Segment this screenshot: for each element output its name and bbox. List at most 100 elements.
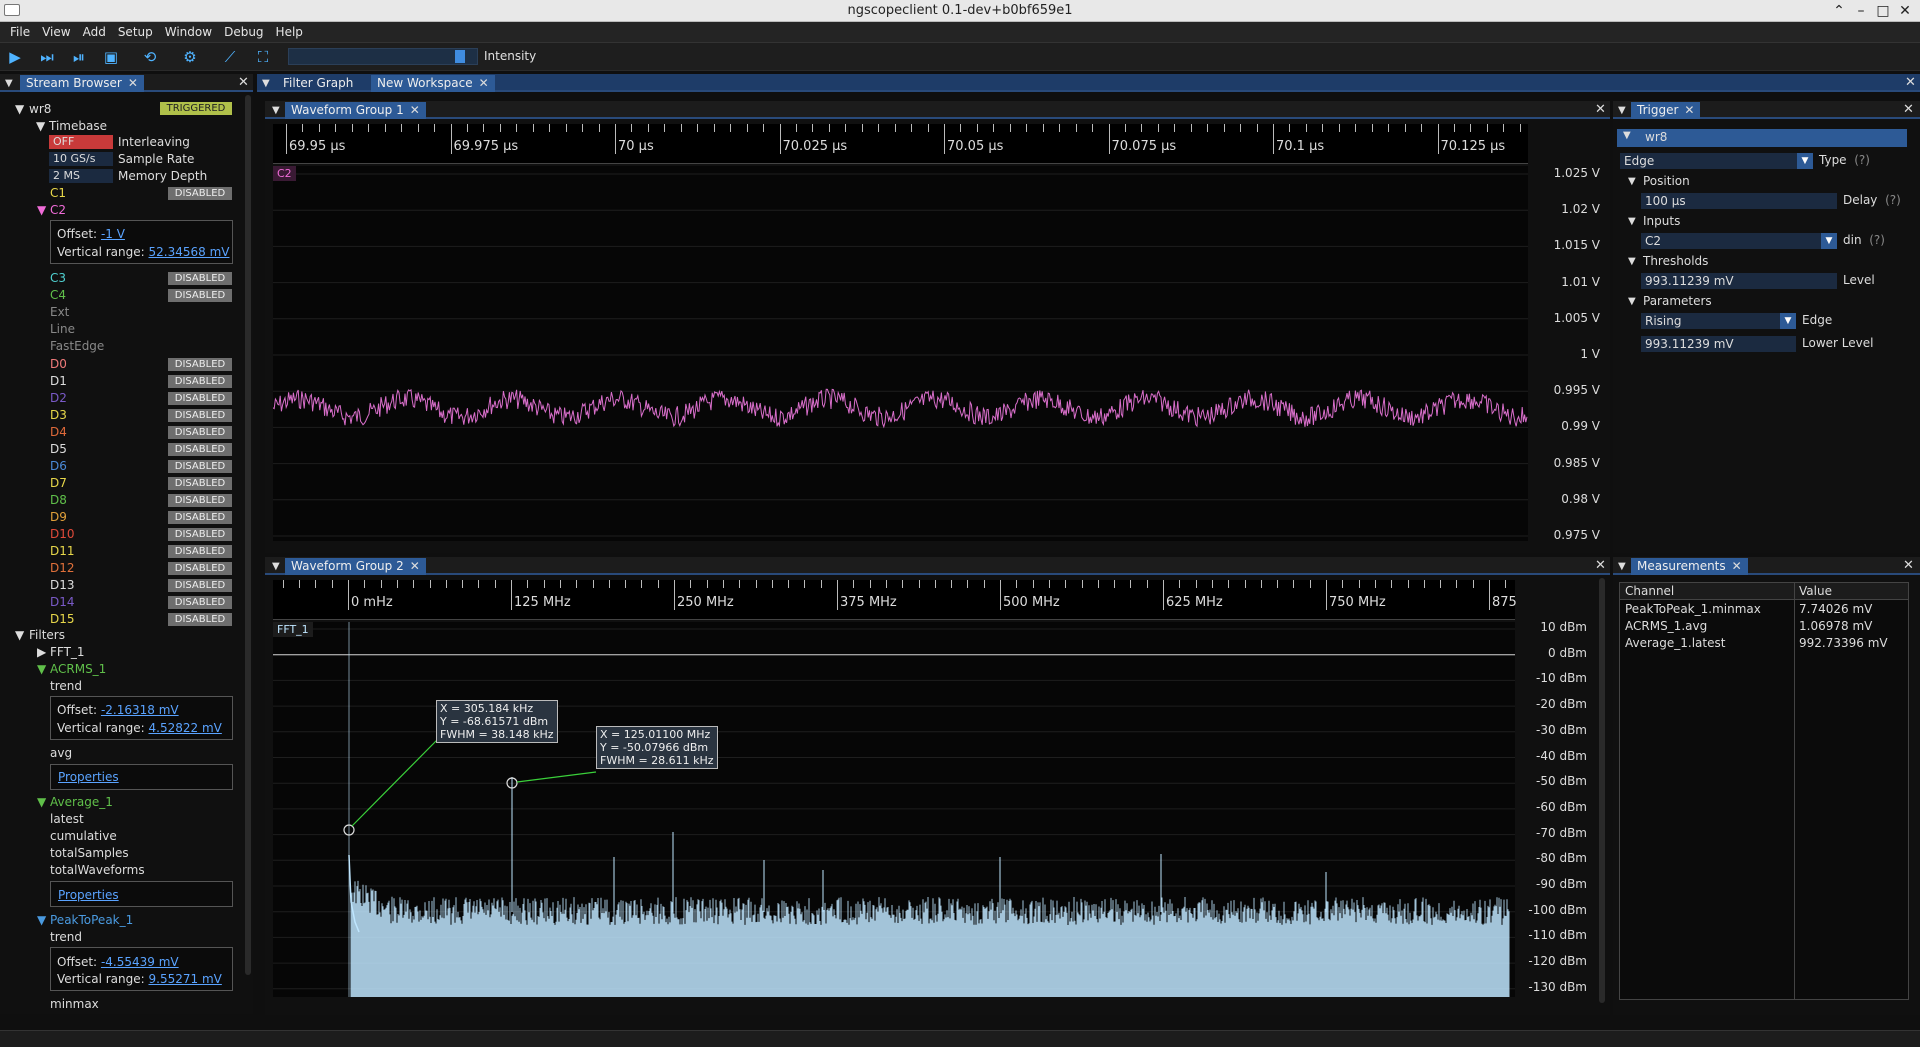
intensity-slider-knob[interactable] bbox=[454, 50, 465, 63]
channel-c4[interactable]: C4 bbox=[50, 287, 66, 303]
channel-d2[interactable]: D2 bbox=[50, 390, 67, 406]
collapse-icon[interactable]: ▼ bbox=[272, 558, 284, 575]
trigger-level-field[interactable]: 993.11239 mV bbox=[1641, 273, 1837, 289]
channel-d9[interactable]: D9 bbox=[50, 509, 67, 525]
memory-depth-field[interactable]: 2 MS bbox=[49, 169, 113, 183]
tree-arrow-icon[interactable]: ▼ bbox=[15, 627, 24, 643]
window-shade-button[interactable]: ⌃ bbox=[1829, 0, 1849, 22]
window-maximize-button[interactable]: □ bbox=[1873, 0, 1893, 22]
tree-arrow-icon[interactable]: ▼ bbox=[1628, 213, 1636, 230]
close-icon[interactable]: ✕ bbox=[410, 559, 420, 573]
channel-c2[interactable]: C2 bbox=[50, 202, 66, 218]
close-icon[interactable]: ✕ bbox=[128, 76, 138, 90]
stream-trend[interactable]: trend bbox=[50, 929, 82, 945]
stream-latest[interactable]: latest bbox=[50, 811, 84, 827]
channel-label-fft[interactable]: FFT_1 bbox=[273, 622, 313, 637]
fit-icon[interactable]: ⛶ bbox=[253, 47, 273, 67]
frequency-axis-ruler[interactable]: 0 mHz 125 MHz 250 MHz 375 MHz 500 MHz 625 MHz… bbox=[273, 580, 1517, 620]
filters-node[interactable]: Filters bbox=[29, 627, 65, 643]
settings-icon[interactable]: ⚙ bbox=[180, 47, 200, 67]
close-icon[interactable]: ✕ bbox=[1684, 103, 1694, 117]
waveform-plot-1[interactable] bbox=[273, 166, 1528, 541]
tree-arrow-icon[interactable]: ▼ bbox=[1623, 130, 1631, 141]
collapse-icon[interactable]: ▼ bbox=[1618, 558, 1630, 575]
tree-arrow-icon[interactable]: ▼ bbox=[15, 101, 24, 117]
channel-ext[interactable]: Ext bbox=[50, 304, 69, 320]
trigger-lower-level-field[interactable]: 993.11239 mV bbox=[1641, 336, 1796, 352]
trigger-type-dropdown[interactable]: Edge ▼ bbox=[1620, 153, 1813, 169]
vertical-range-value[interactable]: 52.34568 mV bbox=[149, 245, 230, 259]
inputs-node[interactable]: Inputs bbox=[1643, 213, 1680, 230]
tab-filter-graph[interactable]: Filter Graph bbox=[277, 75, 359, 92]
menu-debug[interactable]: Debug bbox=[218, 22, 269, 43]
offset-value[interactable]: -2.16318 mV bbox=[101, 703, 179, 717]
menu-window[interactable]: Window bbox=[159, 22, 218, 43]
tab-measurements[interactable]: Measurements ✕ bbox=[1631, 558, 1748, 575]
close-icon[interactable]: ✕ bbox=[1595, 102, 1606, 117]
channel-d7[interactable]: D7 bbox=[50, 475, 67, 491]
close-icon[interactable]: ✕ bbox=[1903, 558, 1914, 573]
column-header-value[interactable]: Value bbox=[1799, 583, 1832, 599]
close-icon[interactable]: ✕ bbox=[1903, 102, 1914, 117]
menu-view[interactable]: View bbox=[36, 22, 76, 43]
properties-link[interactable]: Properties bbox=[58, 769, 119, 785]
channel-c1[interactable]: C1 bbox=[50, 185, 66, 201]
autoscale-icon[interactable]: ▣ bbox=[101, 47, 121, 67]
channel-c3[interactable]: C3 bbox=[50, 270, 66, 286]
channel-d0[interactable]: D0 bbox=[50, 356, 67, 372]
time-axis-ruler[interactable]: 69.95 µs 69.975 µs 70 µs 70.025 µs 70.05 µs 7… bbox=[273, 124, 1528, 164]
tree-arrow-icon[interactable]: ▼ bbox=[37, 794, 46, 810]
tree-arrow-icon[interactable]: ▼ bbox=[36, 118, 45, 134]
close-icon[interactable]: ✕ bbox=[1732, 559, 1742, 573]
chevron-down-icon[interactable]: ▼ bbox=[1780, 313, 1796, 329]
channel-d5[interactable]: D5 bbox=[50, 441, 67, 457]
channel-d11[interactable]: D11 bbox=[50, 543, 75, 559]
interleaving-toggle[interactable]: OFF bbox=[49, 135, 113, 149]
menu-file[interactable]: File bbox=[4, 22, 36, 43]
help-icon[interactable]: (?) bbox=[1869, 233, 1885, 247]
measure-icon[interactable]: ⟋ bbox=[220, 47, 240, 67]
stream-totalsamples[interactable]: totalSamples bbox=[50, 845, 129, 861]
channel-d10[interactable]: D10 bbox=[50, 526, 75, 542]
trigger-input-dropdown[interactable]: C2 ▼ bbox=[1641, 233, 1837, 249]
close-icon[interactable]: ✕ bbox=[1905, 75, 1916, 90]
close-icon[interactable]: ✕ bbox=[1595, 558, 1606, 573]
trigger-device-header[interactable]: ▼ wr8 bbox=[1617, 129, 1907, 147]
close-icon[interactable]: ✕ bbox=[479, 76, 489, 90]
stream-minmax[interactable]: minmax bbox=[50, 996, 99, 1012]
menu-add[interactable]: Add bbox=[77, 22, 112, 43]
tab-waveform-group-1[interactable]: Waveform Group 1 ✕ bbox=[285, 102, 426, 119]
close-icon[interactable]: ✕ bbox=[238, 75, 249, 90]
properties-link[interactable]: Properties bbox=[58, 887, 119, 903]
tree-arrow-icon[interactable]: ▶ bbox=[37, 644, 46, 660]
trigger-edge-dropdown[interactable]: Rising ▼ bbox=[1641, 313, 1796, 329]
chevron-down-icon[interactable]: ▼ bbox=[1821, 233, 1837, 249]
channel-d15[interactable]: D15 bbox=[50, 611, 75, 627]
tab-stream-browser[interactable]: Stream Browser ✕ bbox=[20, 75, 144, 92]
channel-fastedge[interactable]: FastEdge bbox=[50, 338, 104, 354]
tree-arrow-icon[interactable]: ▼ bbox=[37, 661, 46, 677]
force-icon[interactable]: ⏯ bbox=[69, 47, 89, 67]
channel-d6[interactable]: D6 bbox=[50, 458, 67, 474]
tree-arrow-icon[interactable]: ▼ bbox=[1628, 253, 1636, 270]
chevron-down-icon[interactable]: ▼ bbox=[1797, 153, 1813, 169]
channel-d1[interactable]: D1 bbox=[50, 373, 67, 389]
tab-trigger[interactable]: Trigger ✕ bbox=[1631, 102, 1701, 119]
fft-plot[interactable] bbox=[273, 622, 1515, 997]
menu-setup[interactable]: Setup bbox=[112, 22, 159, 43]
vertical-range-value[interactable]: 4.52822 mV bbox=[149, 721, 222, 735]
help-icon[interactable]: (?) bbox=[1854, 153, 1870, 167]
stream-totalwaveforms[interactable]: totalWaveforms bbox=[50, 862, 145, 878]
channel-d12[interactable]: D12 bbox=[50, 560, 75, 576]
help-icon[interactable]: (?) bbox=[1885, 193, 1901, 207]
trigger-delay-field[interactable]: 100 µs bbox=[1641, 193, 1837, 209]
channel-line[interactable]: Line bbox=[50, 321, 75, 337]
channel-d13[interactable]: D13 bbox=[50, 577, 75, 593]
tree-arrow-icon[interactable]: ▼ bbox=[1628, 293, 1636, 310]
channel-d3[interactable]: D3 bbox=[50, 407, 67, 423]
table-row-channel[interactable]: PeakToPeak_1.minmax bbox=[1625, 601, 1761, 617]
position-node[interactable]: Position bbox=[1643, 173, 1690, 190]
collapse-icon[interactable]: ▼ bbox=[5, 75, 17, 92]
sync-icon[interactable]: ⟲ bbox=[140, 47, 160, 67]
collapse-icon[interactable]: ▼ bbox=[1618, 102, 1630, 119]
